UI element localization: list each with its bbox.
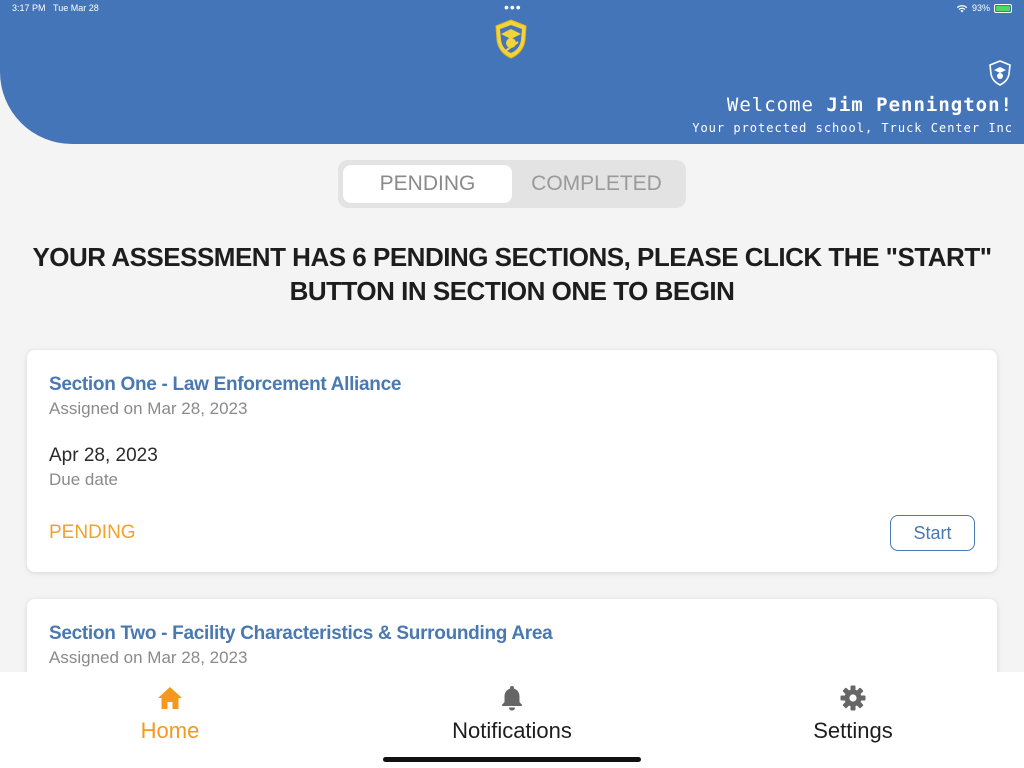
status-badge: PENDING [49,522,136,543]
assigned-date: Assigned on Mar 28, 2023 [49,648,248,667]
due-date: Apr 28, 2023 [49,445,158,466]
battery-percent: 93% [971,3,990,13]
user-name: Jim Pennington! [826,94,1013,116]
gear-icon [840,685,866,711]
nav-notifications[interactable]: Notifications [412,684,612,744]
welcome-message: Welcome Jim Pennington! [726,94,1013,116]
nav-home[interactable]: Home [70,684,270,744]
status-time: 3:17 PM Tue Mar 28 [12,3,99,13]
school-shield-icon [989,60,1011,86]
home-icon [158,687,182,709]
battery-icon [994,3,1012,13]
multitasking-dots-icon[interactable]: ••• [504,0,522,14]
tab-completed[interactable]: COMPLETED [512,165,681,203]
status-indicators: 93% [956,3,1012,13]
wifi-icon [956,4,968,12]
home-indicator[interactable] [383,757,641,762]
assigned-date: Assigned on Mar 28, 2023 [49,399,248,418]
section-title[interactable]: Section One - Law Enforcement Alliance [49,374,401,396]
start-button[interactable]: Start [890,515,975,551]
nav-home-label: Home [140,718,200,743]
app-header: 3:17 PM Tue Mar 28 ••• 93% Welcome Jim P… [0,0,1024,144]
section-card[interactable]: Section One - Law Enforcement Alliance A… [27,350,997,572]
tab-pending[interactable]: PENDING [343,165,512,203]
shield-logo-icon [495,19,527,59]
nav-settings-label: Settings [813,718,893,743]
nav-notifications-label: Notifications [452,718,572,743]
bell-icon [502,686,522,711]
due-date-label: Due date [49,470,118,489]
nav-settings[interactable]: Settings [753,684,953,744]
bottom-tab-bar: Home Notifications Settings [0,672,1024,768]
section-title[interactable]: Section Two - Facility Characteristics &… [49,623,553,645]
assessment-headline: YOUR ASSESSMENT HAS 6 PENDING SECTIONS, … [32,242,992,306]
school-subtitle: Your protected school, Truck Center Inc [692,121,1013,135]
status-segmented-control: PENDING COMPLETED [338,160,686,208]
